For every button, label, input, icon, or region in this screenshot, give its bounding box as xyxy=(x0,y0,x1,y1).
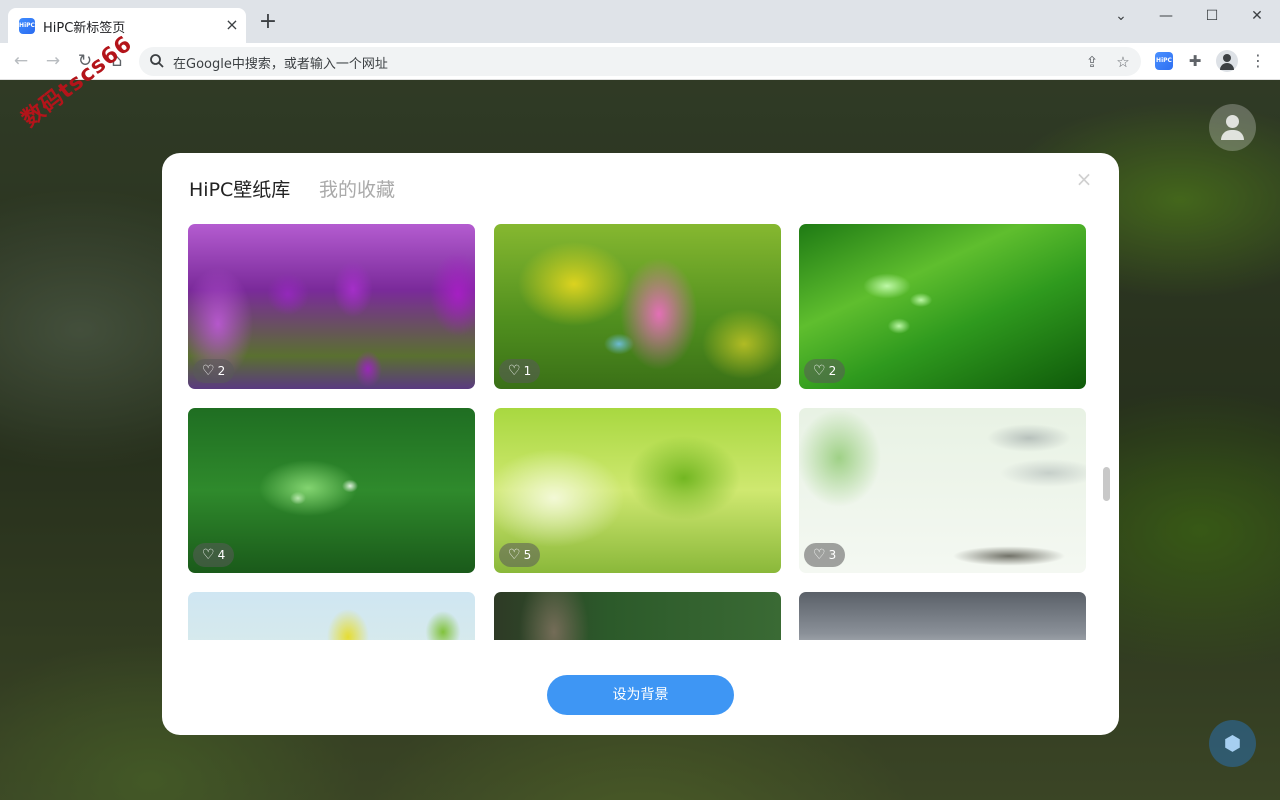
page-user-avatar-icon[interactable] xyxy=(1209,104,1256,151)
back-button[interactable]: ← xyxy=(10,50,32,72)
like-count: 5 xyxy=(523,548,532,562)
forward-button[interactable]: → xyxy=(42,50,64,72)
wallpaper-thumb-pink-lupine[interactable]: ♡ 1 xyxy=(494,224,781,389)
hipc-extension-icon[interactable]: HiPC xyxy=(1155,52,1173,70)
browser-toolbar: ← → ↻ ⌂ 在Google中搜索，或者输入一个网址 ⇪ ☆ HiPC ✚ ⋮ xyxy=(0,43,1280,80)
wallpaper-thumb-forest-trunk[interactable] xyxy=(494,592,781,640)
hipc-favicon-icon: HiPC xyxy=(19,18,35,34)
like-count: 2 xyxy=(217,364,226,378)
like-count: 3 xyxy=(828,548,837,562)
wallpaper-thumb-purple-tulips[interactable]: ♡ 2 xyxy=(188,224,475,389)
like-badge[interactable]: ♡ 2 xyxy=(804,359,846,383)
tab-search-chevron-icon[interactable]: ⌄ xyxy=(1098,4,1144,28)
search-icon xyxy=(150,54,164,68)
extensions-puzzle-icon[interactable]: ✚ xyxy=(1185,51,1205,71)
wallpaper-thumb-yellow-leaf[interactable] xyxy=(188,592,475,640)
like-badge[interactable]: ♡ 5 xyxy=(499,543,541,567)
like-count: 4 xyxy=(217,548,226,562)
window-close-button[interactable]: ✕ xyxy=(1234,4,1280,28)
like-badge[interactable]: ♡ 2 xyxy=(193,359,235,383)
wallpaper-thumb-mountain-clouds[interactable] xyxy=(799,592,1086,640)
heart-icon: ♡ xyxy=(202,547,215,563)
like-badge[interactable]: ♡ 4 xyxy=(193,543,235,567)
wallpaper-dialog: HiPC壁纸库 我的收藏 × ♡ 2 ♡ 1 ♡ 2 ♡ 4 ♡ 5 ♡ 3 设为背景 xyxy=(162,153,1119,735)
profile-avatar-icon[interactable] xyxy=(1216,50,1238,72)
heart-icon: ♡ xyxy=(508,547,521,563)
dialog-close-icon[interactable]: × xyxy=(1074,169,1094,189)
like-count: 2 xyxy=(828,364,837,378)
wallpaper-thumb-ginkgo-leaves[interactable]: ♡ 5 xyxy=(494,408,781,573)
heart-icon: ♡ xyxy=(813,547,826,563)
wallpaper-thumb-ink-wash-village[interactable]: ♡ 3 xyxy=(799,408,1086,573)
heart-icon: ♡ xyxy=(813,363,826,379)
maximize-button[interactable]: ☐ xyxy=(1189,4,1235,28)
grid-scrollbar-thumb[interactable] xyxy=(1103,467,1110,501)
page-settings-icon[interactable]: ⬢ xyxy=(1209,720,1256,767)
like-badge[interactable]: ♡ 3 xyxy=(804,543,846,567)
heart-icon: ♡ xyxy=(202,363,215,379)
address-bar[interactable]: 在Google中搜索，或者输入一个网址 ⇪ ☆ xyxy=(139,47,1141,76)
address-bar-placeholder: 在Google中搜索，或者输入一个网址 xyxy=(173,57,388,72)
browser-menu-icon[interactable]: ⋮ xyxy=(1250,50,1266,72)
tab-close-icon[interactable]: × xyxy=(222,15,242,35)
tab-my-favorites[interactable]: 我的收藏 xyxy=(319,175,395,202)
share-icon[interactable]: ⇪ xyxy=(1082,52,1102,72)
bookmark-star-icon[interactable]: ☆ xyxy=(1113,52,1133,72)
like-count: 1 xyxy=(523,364,532,378)
tab-hipc-wallpaper-library[interactable]: HiPC壁纸库 xyxy=(189,175,290,202)
wallpaper-grid: ♡ 2 ♡ 1 ♡ 2 ♡ 4 ♡ 5 ♡ 3 xyxy=(188,224,1088,640)
wallpaper-thumb-leaf-water-drops[interactable]: ♡ 2 xyxy=(799,224,1086,389)
new-tab-button[interactable]: + xyxy=(257,11,279,34)
like-badge[interactable]: ♡ 1 xyxy=(499,359,541,383)
minimize-button[interactable]: — xyxy=(1143,4,1189,28)
tab-strip: HiPC HiPC新标签页 × + ⌄ — ☐ ✕ xyxy=(0,0,1280,43)
set-background-button[interactable]: 设为背景 xyxy=(547,675,734,715)
heart-icon: ♡ xyxy=(508,363,521,379)
wallpaper-thumb-dew-leaf[interactable]: ♡ 4 xyxy=(188,408,475,573)
